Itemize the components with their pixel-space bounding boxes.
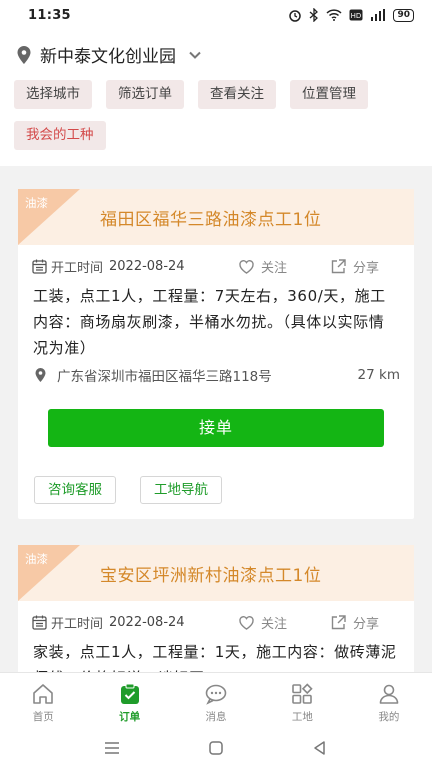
location-pin-icon [17, 45, 31, 64]
tab-site[interactable]: 工地 [259, 673, 345, 728]
chip-my-trades[interactable]: 我会的工种 [14, 121, 106, 150]
start-label: 开工时间 [51, 616, 104, 632]
tab-label: 订单 [119, 711, 141, 723]
accept-order-button[interactable]: 接单 [48, 409, 384, 447]
status-bar: 11:35 HD 90 [0, 0, 432, 30]
calendar-icon [32, 259, 47, 274]
card-actions: 咨询客服 工地导航 [34, 476, 222, 504]
order-title: 宝安区坪洲新村油漆点工1位 [100, 566, 322, 586]
calendar-icon [32, 615, 47, 630]
tab-messages[interactable]: 消息 [173, 673, 259, 728]
chip-select-city[interactable]: 选择城市 [14, 80, 92, 109]
site-navigation-button[interactable]: 工地导航 [140, 476, 222, 504]
alarm-icon [289, 10, 302, 22]
order-meta: 开工时间 2022-08-24 关注 分享 [32, 613, 402, 632]
home-icon [33, 684, 54, 704]
hd-icon: HD [349, 9, 363, 21]
clock: 11:35 [28, 7, 71, 23]
order-address: 广东省深圳市福田区福华三路118号 27 km [34, 365, 400, 385]
chip-view-follows[interactable]: 查看关注 [198, 80, 276, 109]
bluetooth-icon [310, 8, 319, 22]
location-name: 新中泰文化创业园 [40, 47, 176, 67]
back-icon[interactable] [312, 740, 328, 756]
menu-icon[interactable] [104, 740, 120, 756]
status-icons: HD 90 [288, 8, 414, 22]
start-label: 开工时间 [51, 260, 104, 276]
share-button[interactable]: 分享 [330, 257, 379, 276]
tab-home[interactable]: 首页 [0, 673, 86, 728]
trade-tag: 油漆 [25, 196, 48, 210]
start-date: 2022-08-24 [109, 614, 185, 630]
distance: 27 km [357, 367, 400, 383]
start-date: 2022-08-24 [109, 258, 185, 274]
address-text: 广东省深圳市福田区福华三路118号 [57, 369, 272, 385]
tab-orders[interactable]: 订单 [86, 673, 172, 728]
tab-label: 工地 [291, 711, 313, 723]
tab-profile[interactable]: 我的 [346, 673, 432, 728]
order-description: 家装，点工1人，工程量：1天，施工内容：做砖薄泥师傅，价格好说，谈好开工 [33, 643, 397, 672]
trade-tag: 油漆 [25, 552, 48, 566]
share-icon [331, 258, 346, 273]
message-icon [205, 684, 227, 705]
heart-icon [239, 615, 254, 630]
location-pin-icon [35, 368, 46, 382]
profile-icon [379, 684, 399, 704]
share-label: 分享 [353, 616, 380, 632]
tab-label: 我的 [378, 711, 400, 723]
share-icon [331, 614, 346, 629]
card-header: 油漆 宝安区坪洲新村油漆点工1位 [18, 545, 414, 601]
svg-text:HD: HD [351, 12, 362, 20]
system-nav-bar [0, 728, 432, 768]
site-icon [292, 683, 314, 704]
follow-button[interactable]: 关注 [238, 257, 287, 276]
order-meta: 开工时间 2022-08-24 关注 分享 [32, 257, 402, 276]
chip-location-manage[interactable]: 位置管理 [290, 80, 368, 109]
tab-label: 消息 [205, 711, 227, 723]
follow-label: 关注 [261, 616, 288, 632]
card-header: 油漆 福田区福华三路油漆点工1位 [18, 189, 414, 245]
follow-label: 关注 [261, 260, 288, 276]
order-title: 福田区福华三路油漆点工1位 [100, 210, 322, 230]
chevron-down-icon [189, 51, 201, 59]
share-label: 分享 [353, 260, 380, 276]
chip-filter-orders[interactable]: 筛选订单 [106, 80, 184, 109]
location-selector[interactable]: 新中泰文化创业园 [16, 42, 202, 67]
home-square-icon[interactable] [208, 740, 224, 756]
tab-label: 首页 [32, 711, 54, 723]
bottom-tab-bar: 首页 订单 消息 工地 我的 [0, 672, 432, 728]
heart-icon [239, 259, 254, 274]
signal-icon [371, 9, 386, 21]
consult-service-button[interactable]: 咨询客服 [34, 476, 116, 504]
wifi-icon [326, 9, 342, 21]
order-card[interactable]: 油漆 福田区福华三路油漆点工1位 开工时间 2022-08-24 关注 分享 工… [18, 189, 414, 519]
battery-indicator: 90 [393, 8, 414, 22]
share-button[interactable]: 分享 [330, 613, 379, 632]
order-list[interactable]: 油漆 福田区福华三路油漆点工1位 开工时间 2022-08-24 关注 分享 工… [0, 166, 432, 672]
order-icon [120, 683, 139, 704]
follow-button[interactable]: 关注 [238, 613, 287, 632]
filter-chips: 选择城市 筛选订单 查看关注 位置管理 我会的工种 [14, 80, 424, 150]
order-description: 工装，点工1人，工程量：7天左右，360/天，施工内容：商场扇灰刷漆，半桶水勿扰… [33, 287, 386, 357]
header: 新中泰文化创业园 选择城市 筛选订单 查看关注 位置管理 我会的工种 [0, 30, 432, 166]
order-card[interactable]: 油漆 宝安区坪洲新村油漆点工1位 开工时间 2022-08-24 关注 分享 家… [18, 545, 414, 672]
